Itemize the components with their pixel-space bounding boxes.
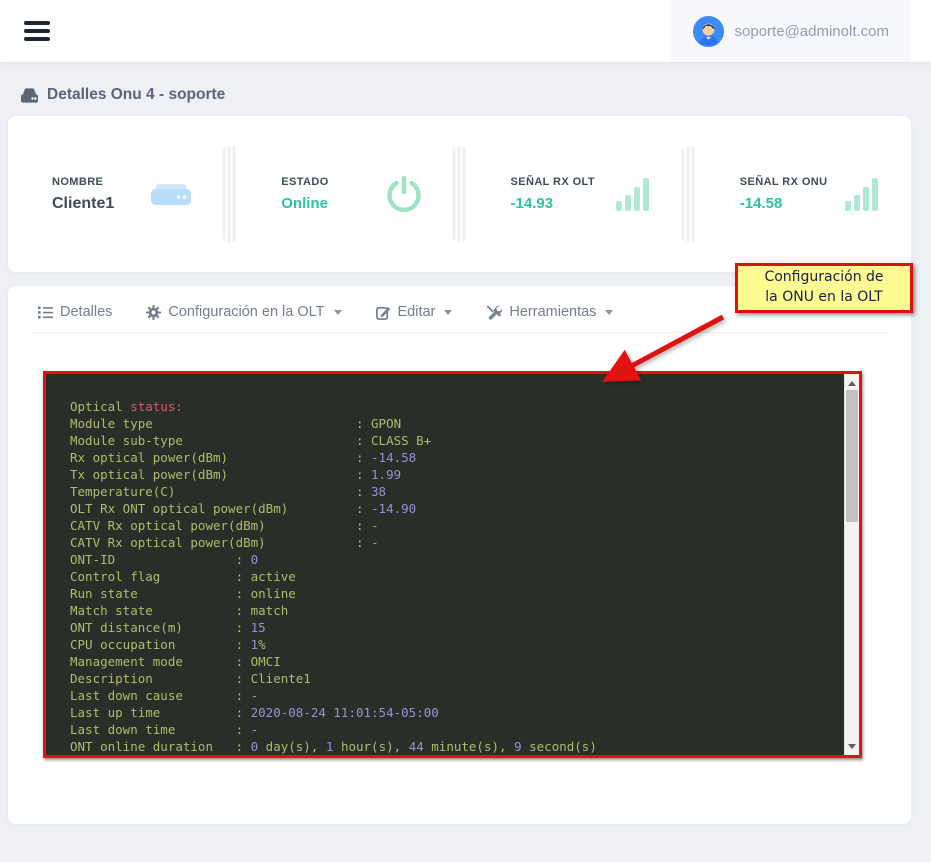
scrollbar-thumb[interactable] [846, 390, 858, 522]
tab-configuracion-olt[interactable]: Configuración en la OLT [146, 304, 341, 320]
gear-icon [146, 305, 161, 320]
stat-value: Cliente1 [52, 195, 114, 213]
hdd-icon [20, 87, 39, 104]
page-title: Detalles Onu 4 - soporte [47, 86, 225, 104]
topbar: soporte@adminolt.com [0, 0, 931, 62]
annotation-arrow [585, 305, 735, 395]
stat-label: ESTADO [281, 176, 328, 188]
router-icon [147, 174, 195, 214]
power-icon [383, 173, 425, 215]
signal-bars-icon [614, 174, 654, 214]
terminal-panel: Optical status:Module type : GPONModule … [43, 371, 862, 758]
tools-icon [486, 305, 502, 320]
card-divider [682, 146, 696, 242]
menu-icon[interactable] [24, 21, 50, 41]
card-divider [223, 146, 237, 242]
terminal-scrollbar[interactable] [844, 374, 859, 755]
stat-label: NOMBRE [52, 176, 114, 188]
terminal-output: Optical status:Module type : GPONModule … [46, 374, 844, 755]
tab-label: Editar [398, 304, 436, 320]
tab-editar[interactable]: Editar [376, 304, 453, 320]
user-menu[interactable]: soporte@adminolt.com [671, 0, 911, 62]
tab-label: Herramientas [509, 304, 596, 320]
stat-card-senal-rx-olt: SEÑAL RX OLT -14.93 [467, 174, 682, 214]
edit-icon [376, 305, 391, 320]
signal-bars-icon [843, 174, 883, 214]
stat-card-senal-rx-onu: SEÑAL RX ONU -14.58 [696, 174, 911, 214]
stat-value: -14.58 [740, 195, 828, 212]
stat-value: Online [281, 195, 328, 212]
stat-value: -14.93 [511, 195, 595, 212]
card-divider [453, 146, 467, 242]
chevron-down-icon [444, 310, 452, 315]
tab-label: Detalles [60, 304, 112, 320]
avatar [693, 16, 724, 47]
details-panel: Detalles Configuración en la OLT [8, 286, 911, 824]
tab-label: Configuración en la OLT [168, 304, 324, 320]
chevron-down-icon [334, 310, 342, 315]
annotation-text-line2: la ONU en la OLT [738, 288, 910, 308]
scroll-down-icon[interactable] [845, 739, 859, 753]
tab-detalles[interactable]: Detalles [38, 304, 112, 320]
page-header: Detalles Onu 4 - soporte [0, 62, 931, 116]
list-icon [38, 306, 53, 319]
stat-label: SEÑAL RX ONU [740, 176, 828, 188]
stats-panel: NOMBRE Cliente1 ESTADO Online SEÑAL RX O… [8, 116, 911, 272]
scroll-up-icon[interactable] [845, 376, 859, 390]
stat-card-estado: ESTADO Online [237, 173, 452, 215]
user-email: soporte@adminolt.com [735, 23, 889, 40]
annotation-text-line1: Configuración de [738, 268, 910, 288]
stat-card-nombre: NOMBRE Cliente1 [8, 174, 223, 214]
stat-label: SEÑAL RX OLT [511, 176, 595, 188]
annotation-callout: Configuración de la ONU en la OLT [735, 263, 913, 313]
